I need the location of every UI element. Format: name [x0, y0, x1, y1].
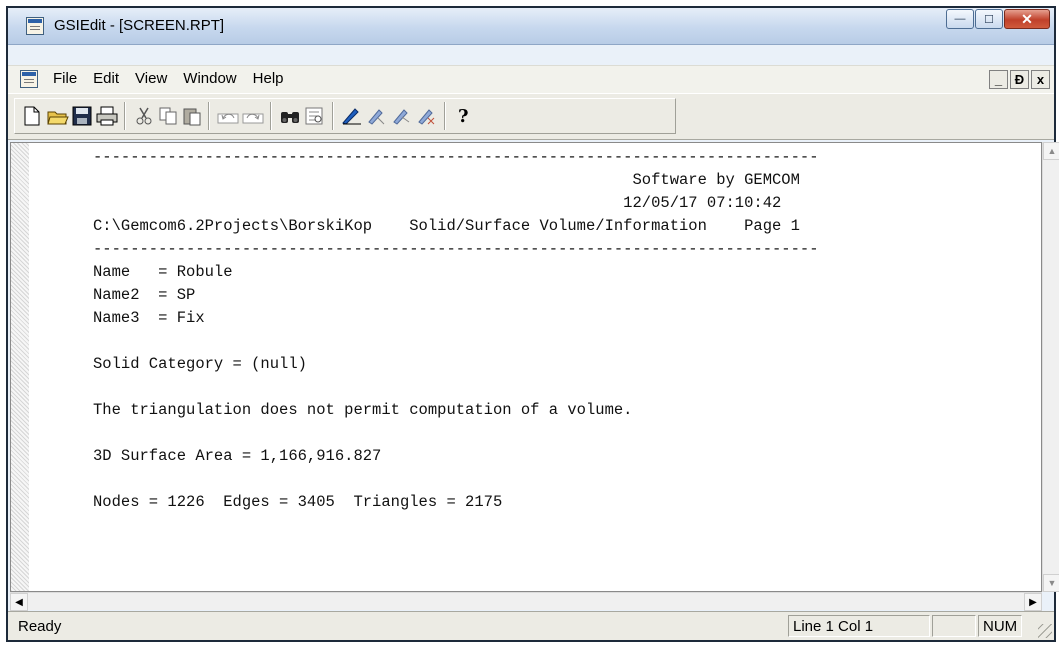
doc-close-button[interactable]: x	[1031, 70, 1050, 89]
cut-icon[interactable]	[132, 104, 156, 128]
close-button[interactable]: ✕	[1004, 9, 1050, 29]
svg-text:?: ?	[458, 106, 469, 126]
menu-file[interactable]: File	[52, 70, 78, 87]
doc-minimize-button[interactable]: _	[989, 70, 1008, 89]
toolbar-separator	[332, 102, 334, 130]
resize-grip[interactable]	[1038, 624, 1052, 638]
open-folder-icon[interactable]	[46, 104, 70, 128]
vertical-scrollbar[interactable]: ▲ ▼	[1042, 142, 1059, 592]
toolbar-separator	[444, 102, 446, 130]
report-line: Nodes = 1226 Edges = 3405 Triangles = 21…	[93, 493, 503, 511]
doc-restore-button[interactable]: Ɖ	[1010, 70, 1029, 89]
redo-icon[interactable]	[241, 104, 265, 128]
scroll-up-icon[interactable]: ▲	[1043, 142, 1059, 160]
menu-edit[interactable]: Edit	[92, 70, 120, 87]
scroll-down-icon[interactable]: ▼	[1043, 574, 1059, 592]
new-document-icon[interactable]	[20, 104, 44, 128]
report-line: Name2 = SP	[93, 286, 196, 304]
title-bar[interactable]: GSIEdit - [SCREEN.RPT] — ☐ ✕	[8, 8, 1054, 45]
report-line: Software by GEMCOM	[93, 171, 800, 189]
mark-1-icon[interactable]	[340, 104, 364, 128]
print-icon[interactable]	[95, 104, 119, 128]
mark-4-icon[interactable]	[415, 104, 439, 128]
scroll-left-icon[interactable]: ◀	[10, 593, 28, 611]
num-lock-indicator: NUM	[978, 615, 1022, 637]
undo-icon[interactable]	[216, 104, 240, 128]
paste-icon[interactable]	[180, 104, 204, 128]
toolbar: ?	[8, 93, 1054, 140]
report-line: The triangulation does not permit comput…	[93, 401, 633, 419]
scroll-right-icon[interactable]: ▶	[1024, 593, 1042, 611]
minimize-button[interactable]: —	[946, 9, 974, 29]
report-line: Name = Robule	[93, 263, 233, 281]
copy-icon[interactable]	[156, 104, 180, 128]
mark-2-icon[interactable]	[365, 104, 389, 128]
report-text[interactable]: ----------------------------------------…	[93, 146, 819, 514]
app-window: GSIEdit - [SCREEN.RPT] — ☐ ✕ File Edit V…	[6, 6, 1059, 642]
report-line: ----------------------------------------…	[93, 240, 819, 258]
report-viewer[interactable]: ----------------------------------------…	[10, 142, 1042, 592]
left-margin	[11, 143, 29, 591]
menu-items: File Edit View Window Help	[52, 70, 299, 87]
toolbar-separator	[208, 102, 210, 130]
toolbar-separator	[270, 102, 272, 130]
app-icon	[26, 17, 44, 35]
document-window-controls: _ Ɖ x	[987, 70, 1050, 89]
menu-bar: File Edit View Window Help _ Ɖ x	[8, 65, 1054, 94]
help-icon[interactable]: ?	[452, 104, 476, 128]
replace-icon[interactable]	[303, 104, 327, 128]
toolbar-separator	[124, 102, 126, 130]
report-line: Solid Category = (null)	[93, 355, 307, 373]
mark-3-icon[interactable]	[390, 104, 414, 128]
report-line: 12/05/17 07:10:42	[93, 194, 782, 212]
report-line: Name3 = Fix	[93, 309, 205, 327]
report-line: C:\Gemcom6.2Projects\BorskiKop Solid/Sur…	[93, 217, 800, 235]
menu-help[interactable]: Help	[252, 70, 285, 87]
report-line: ----------------------------------------…	[93, 148, 819, 166]
window-controls: — ☐ ✕	[945, 9, 1050, 31]
menu-view[interactable]: View	[134, 70, 168, 87]
maximize-button[interactable]: ☐	[975, 9, 1003, 29]
find-icon[interactable]	[278, 104, 302, 128]
report-line: 3D Surface Area = 1,166,916.827	[93, 447, 382, 465]
horizontal-scrollbar[interactable]: ◀ ▶	[10, 592, 1042, 611]
window-title: GSIEdit - [SCREEN.RPT]	[54, 17, 225, 34]
status-text: Ready	[18, 618, 62, 635]
status-panel-mode	[932, 615, 976, 637]
document-icon[interactable]	[20, 70, 38, 88]
menu-window[interactable]: Window	[182, 70, 237, 87]
status-bar: Ready Line 1 Col 1 NUM	[8, 611, 1054, 640]
cursor-position: Line 1 Col 1	[788, 615, 930, 637]
save-icon[interactable]	[70, 104, 94, 128]
